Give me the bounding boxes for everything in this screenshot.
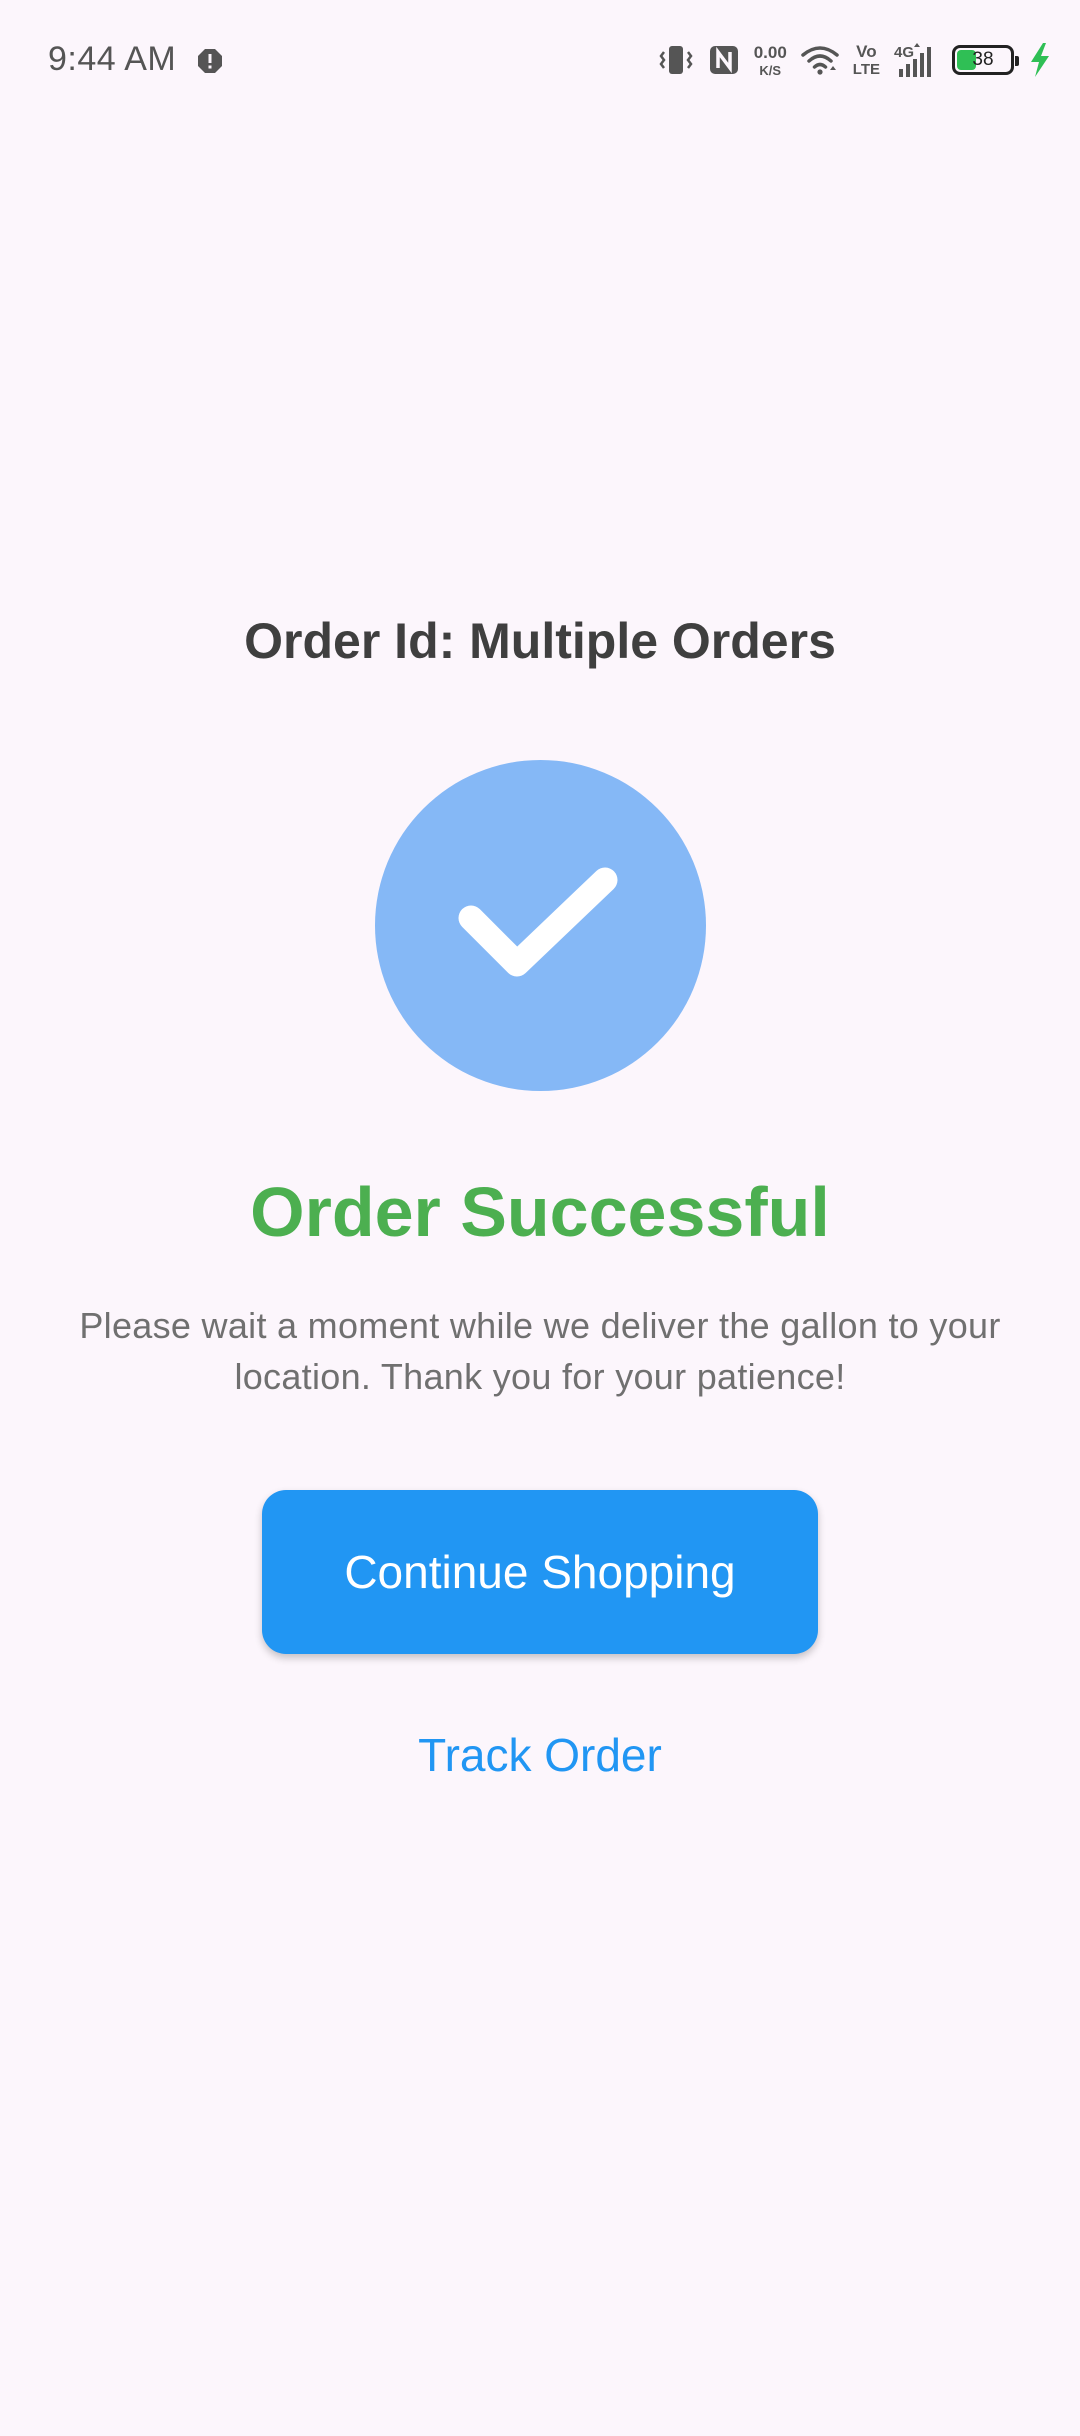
vibrate-icon (658, 44, 694, 76)
svg-text:4G: 4G (894, 44, 914, 61)
volte-indicator: Vo LTE (852, 42, 880, 78)
success-check-icon (375, 760, 706, 1091)
wifi-icon (801, 44, 839, 76)
status-icons: 0.00 K/S Vo LTE 4G 38 (658, 40, 1052, 80)
continue-shopping-button[interactable]: Continue Shopping (262, 1490, 818, 1654)
alert-icon (198, 49, 222, 73)
nfc-icon (708, 44, 740, 76)
battery-icon: 38 (952, 45, 1019, 75)
success-message: Please wait a moment while we deliver th… (79, 1305, 1001, 1397)
status-bar: 9:44 AM 0.00 K/S Vo LTE 4G 38 (0, 0, 1080, 120)
status-time: 9:44 AM (48, 40, 177, 78)
order-id-label: Order Id: Multiple Orders (244, 613, 836, 669)
track-order-link[interactable]: Track Order (418, 1729, 662, 1781)
charging-icon (1028, 43, 1052, 77)
signal-icon: 4G (894, 43, 938, 77)
battery-level: 38 (972, 49, 994, 70)
track-order-container: Track Order (0, 1728, 1080, 1782)
success-title: Order Successful (250, 1173, 830, 1251)
net-speed: 0.00 K/S (753, 42, 787, 78)
